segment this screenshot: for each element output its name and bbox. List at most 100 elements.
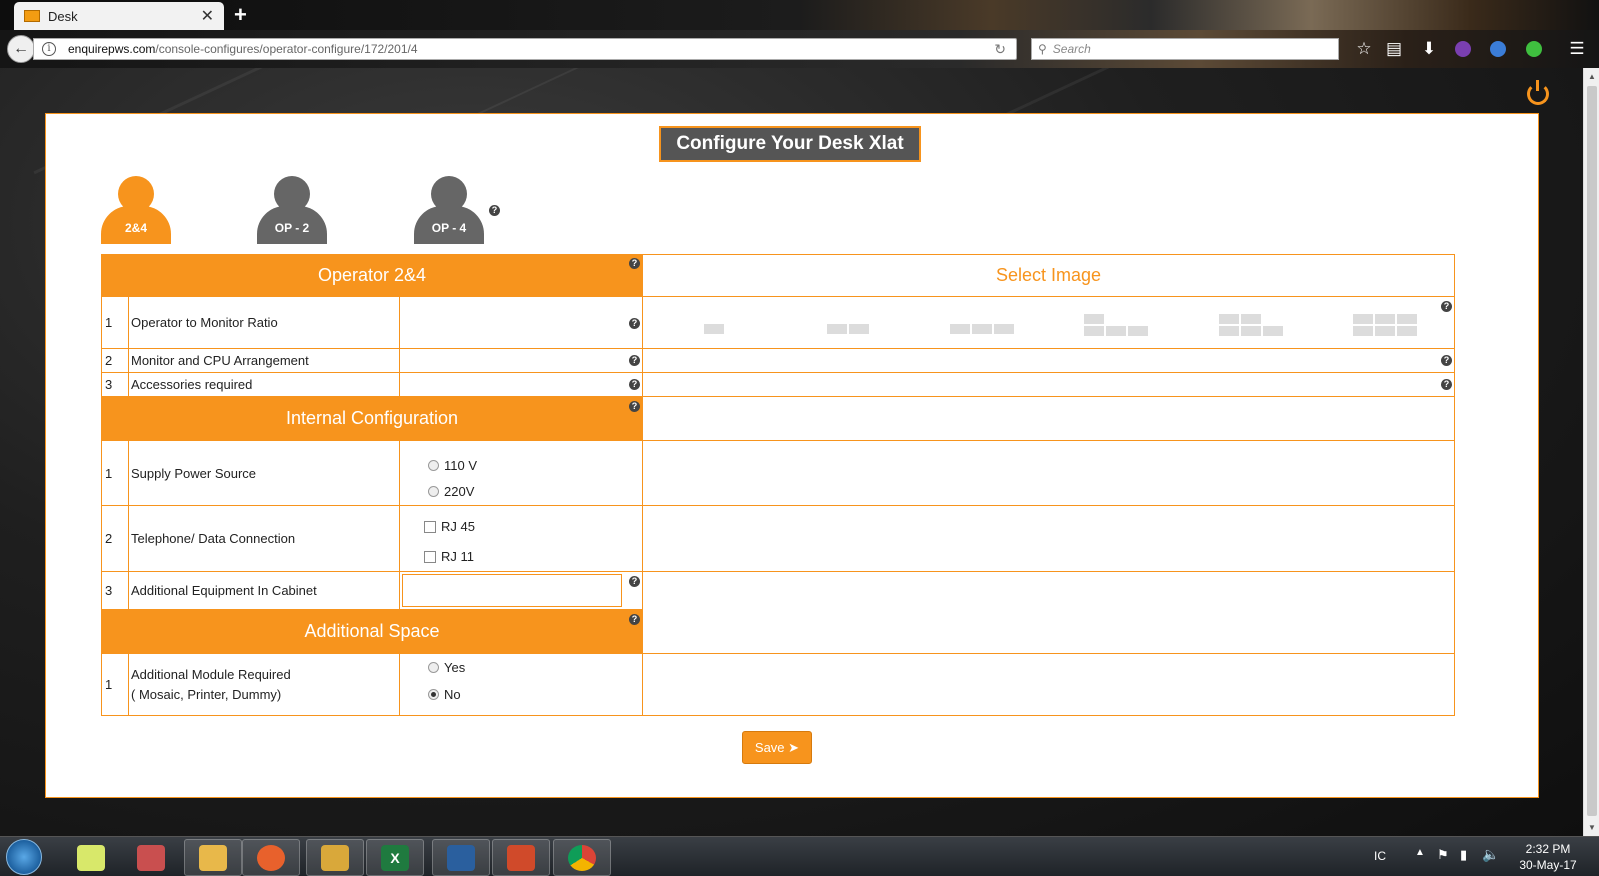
- ratio-image-cell: [642, 296, 1455, 349]
- taskbar-presentation[interactable]: [492, 839, 550, 876]
- tab-title: Desk: [48, 8, 78, 24]
- close-icon[interactable]: ✕: [201, 6, 214, 26]
- help-icon[interactable]: ?: [629, 614, 640, 625]
- search-placeholder: Search: [1052, 42, 1091, 56]
- ratio-1x4-image[interactable]: [1084, 314, 1148, 336]
- info-icon[interactable]: i: [42, 42, 56, 56]
- page-title: Configure Your Desk Xlat: [659, 126, 921, 162]
- search-input[interactable]: ⚲ Search: [1031, 38, 1339, 60]
- browser-tab[interactable]: Desk ✕: [14, 2, 224, 30]
- taskbar-chrome[interactable]: [553, 839, 611, 876]
- scroll-thumb[interactable]: [1587, 86, 1597, 816]
- download-icon[interactable]: ⬇: [1418, 39, 1440, 59]
- row-number: 1: [101, 440, 129, 506]
- help-icon[interactable]: ?: [629, 576, 640, 587]
- row-label: Telephone/ Data Connection: [128, 505, 400, 572]
- row-label-line: ( Mosaic, Printer, Dummy): [131, 686, 282, 702]
- config-table: Operator 2&4 ? Select Image 1 Operator t…: [101, 254, 1455, 716]
- help-icon[interactable]: ?: [489, 205, 500, 216]
- operator-header: Operator 2&4: [101, 254, 643, 297]
- option-rj11[interactable]: RJ 11: [424, 549, 474, 564]
- scroll-up-icon[interactable]: ▲: [1588, 72, 1596, 81]
- notes-icon: [77, 844, 105, 871]
- system-clock[interactable]: 2:32 PM 30-May-17: [1508, 841, 1588, 873]
- flag-icon[interactable]: ⚑: [1437, 847, 1449, 863]
- radio-110v[interactable]: [428, 460, 439, 471]
- radio-no[interactable]: [428, 689, 439, 700]
- help-icon[interactable]: ?: [629, 258, 640, 269]
- row-label: Additional Module Required ( Mosaic, Pri…: [128, 653, 400, 716]
- help-icon[interactable]: ?: [1441, 301, 1452, 312]
- menu-icon[interactable]: ☰: [1566, 39, 1588, 59]
- help-icon[interactable]: ?: [629, 355, 640, 366]
- checkbox-rj11[interactable]: [424, 550, 436, 563]
- chrome-icon: [568, 844, 596, 871]
- option-220v[interactable]: 220V: [428, 484, 474, 499]
- excel-icon: X: [381, 844, 409, 871]
- extension-icon[interactable]: [1490, 41, 1506, 57]
- clock-time: 2:32 PM: [1525, 842, 1571, 856]
- show-hidden-icons[interactable]: ▲: [1415, 847, 1425, 858]
- language-indicator[interactable]: IC: [1374, 849, 1386, 863]
- ratio-1x6-image[interactable]: [1353, 314, 1417, 336]
- reload-icon[interactable]: ↻: [994, 41, 1006, 58]
- help-icon[interactable]: ?: [629, 318, 640, 329]
- scroll-down-icon[interactable]: ▼: [1588, 823, 1596, 832]
- help-icon[interactable]: ?: [629, 379, 640, 390]
- help-icon[interactable]: ?: [1441, 355, 1452, 366]
- extension-icon[interactable]: [1526, 41, 1542, 57]
- vertical-scrollbar[interactable]: ▲ ▼: [1583, 68, 1599, 836]
- row-label: Monitor and CPU Arrangement: [128, 348, 400, 373]
- network-icon[interactable]: ▮: [1460, 847, 1467, 863]
- url-host: enquirepws.com: [68, 42, 156, 56]
- row-label: Accessories required: [128, 372, 400, 397]
- save-label: Save: [754, 740, 785, 755]
- help-icon[interactable]: ?: [1441, 379, 1452, 390]
- option-yes[interactable]: Yes: [428, 660, 465, 675]
- option-rj45[interactable]: RJ 45: [424, 519, 475, 534]
- row-number: 1: [101, 296, 129, 349]
- extension-icon[interactable]: [1455, 41, 1471, 57]
- arrangement-image-cell: [642, 348, 1455, 373]
- ratio-1x3-image[interactable]: [950, 324, 1014, 334]
- save-button[interactable]: Save ➤: [742, 731, 812, 764]
- ratio-value-cell[interactable]: [399, 296, 643, 349]
- volume-icon[interactable]: 🔈: [1482, 846, 1499, 863]
- ratio-1x2-image[interactable]: [827, 324, 869, 334]
- new-tab-button[interactable]: +: [234, 2, 247, 28]
- operator-option-op4[interactable]: OP - 4: [414, 176, 484, 244]
- taskbar-explorer[interactable]: [184, 839, 242, 876]
- firefox-icon: [257, 844, 285, 871]
- taskbar-sticky-notes[interactable]: [62, 839, 120, 876]
- operator-label: OP - 4: [414, 206, 484, 244]
- option-label: 110 V: [444, 458, 478, 473]
- taskbar-snipping-tool[interactable]: [122, 839, 180, 876]
- option-no[interactable]: No: [428, 687, 461, 702]
- arrangement-value-cell[interactable]: [399, 348, 643, 373]
- row-number: 2: [101, 348, 129, 373]
- address-bar[interactable]: i enquirepws.com /console-configures/ope…: [33, 38, 1017, 60]
- bookmark-star-icon[interactable]: ☆: [1353, 39, 1375, 59]
- power-icon[interactable]: [1527, 80, 1549, 105]
- select-image-header: Select Image: [642, 254, 1455, 297]
- reading-list-icon[interactable]: ▤: [1383, 39, 1405, 59]
- ratio-1x5-image[interactable]: [1219, 314, 1283, 336]
- option-110v[interactable]: 110 V: [428, 458, 477, 473]
- accessories-value-cell[interactable]: [399, 372, 643, 397]
- row-number: 2: [101, 505, 129, 572]
- taskbar-firefox[interactable]: [242, 839, 300, 876]
- checkbox-rj45[interactable]: [424, 520, 436, 533]
- additional-equipment-input[interactable]: [402, 574, 622, 607]
- accessories-image-cell: [642, 372, 1455, 397]
- radio-220v[interactable]: [428, 486, 439, 497]
- ratio-1x1-image[interactable]: [704, 324, 724, 334]
- back-arrow-icon[interactable]: ←: [7, 35, 35, 63]
- start-button[interactable]: [6, 839, 42, 875]
- help-icon[interactable]: ?: [629, 401, 640, 412]
- operator-option-op2[interactable]: OP - 2: [257, 176, 327, 244]
- taskbar-outlook[interactable]: [306, 839, 364, 876]
- taskbar-screen-capture[interactable]: [432, 839, 490, 876]
- radio-yes[interactable]: [428, 662, 439, 673]
- operator-option-2and4[interactable]: 2&4: [101, 176, 171, 244]
- taskbar-excel[interactable]: X: [366, 839, 424, 876]
